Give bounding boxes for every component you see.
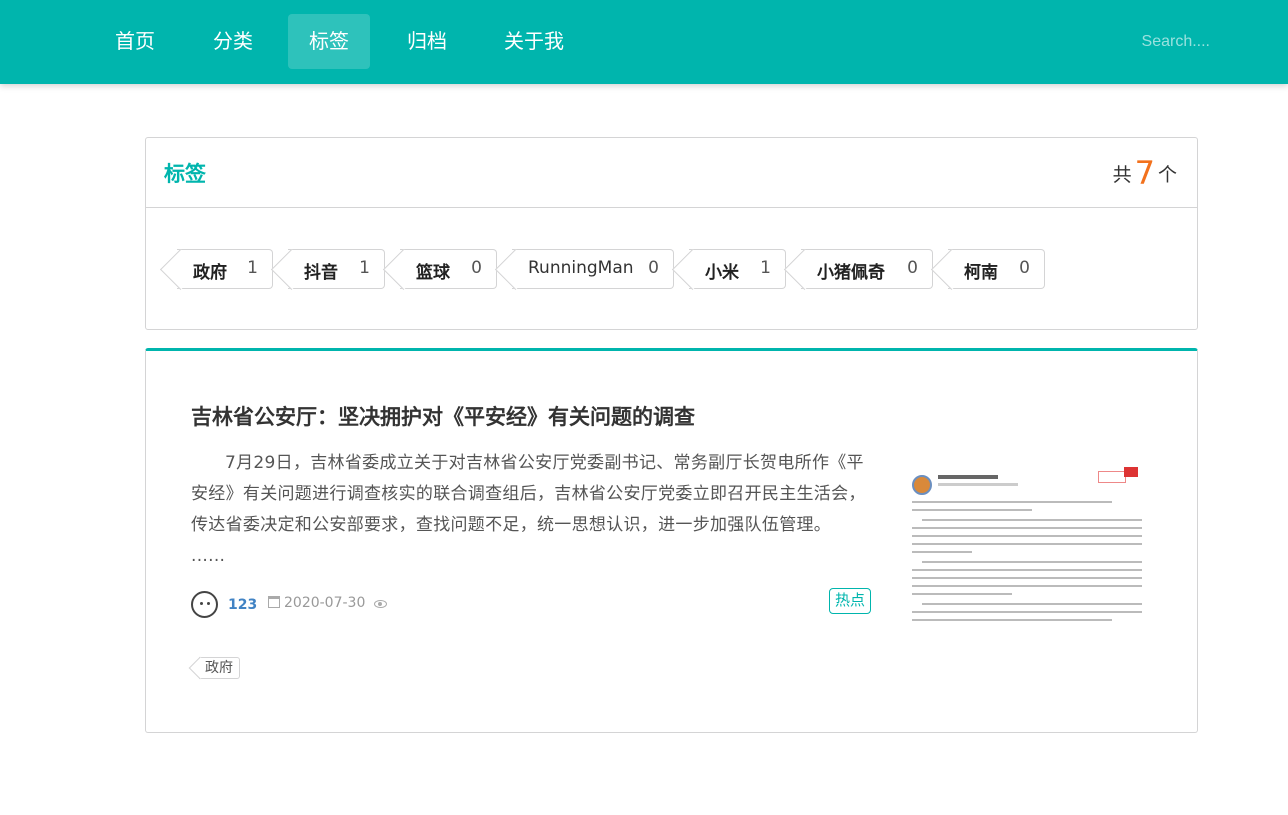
nav-item-about[interactable]: 关于我 <box>484 14 584 69</box>
tag-count-number: 7 <box>1134 154 1155 192</box>
tags-panel-title: 标签 <box>164 162 206 186</box>
tag-chip-name: 小米 <box>705 263 739 283</box>
post-date-text: 2020-07-30 <box>284 595 366 611</box>
nav-item-categories[interactable]: 分类 <box>192 14 274 69</box>
article-thumbnail[interactable] <box>908 461 1148 626</box>
thumbnail-flag <box>1124 467 1138 477</box>
article-card: 吉林省公安厅：坚决拥护对《平安经》有关问题的调查 7月29日，吉林省委成立关于对… <box>145 348 1198 733</box>
nav-item-home[interactable]: 首页 <box>96 14 174 69</box>
tags-panel-header: 标签 共7 个 <box>146 138 1197 208</box>
tag-chip-douyin[interactable]: 抖音 1 <box>288 249 385 289</box>
thumbnail-line <box>912 535 1142 537</box>
thumbnail-line <box>912 585 1142 587</box>
tag-chip-count: 0 <box>1019 258 1030 278</box>
tag-chip-name: 小猪佩奇 <box>817 263 885 283</box>
thumbnail-line <box>912 619 1112 621</box>
category-label[interactable]: 热点 <box>829 588 872 614</box>
thumbnail-line <box>912 593 1012 595</box>
search-input[interactable] <box>1040 26 1210 58</box>
avatar <box>191 591 218 618</box>
tag-chip-count: 0 <box>907 258 918 278</box>
eye-icon <box>374 600 387 608</box>
nav-item-archive[interactable]: 归档 <box>386 14 468 69</box>
post-tag-label: 政府 <box>205 660 233 676</box>
tag-chip-name: 篮球 <box>416 263 450 283</box>
tag-chip-xiaomi[interactable]: 小米 1 <box>689 249 786 289</box>
thumbnail-line <box>912 527 1142 529</box>
thumbnail-line <box>922 519 1142 521</box>
nav-item-tags[interactable]: 标签 <box>288 14 370 69</box>
thumbnail-follow <box>1098 471 1126 483</box>
tag-chip-zhengfu[interactable]: 政府 1 <box>177 249 273 289</box>
tag-chip-runningman[interactable]: RunningMan 0 <box>512 249 674 289</box>
tag-chip-count: 1 <box>760 258 771 278</box>
tag-chip-basketball[interactable]: 篮球 0 <box>400 249 497 289</box>
calendar-icon <box>268 596 280 608</box>
tag-count-prefix: 共 <box>1112 164 1132 186</box>
tag-chip-count: 1 <box>247 258 258 278</box>
post-date: 2020-07-30 <box>268 595 365 611</box>
article-excerpt: 7月29日，吉林省委成立关于对吉林省公安厅党委副书记、常务副厅长贺电所作《平安经… <box>191 453 866 566</box>
author-link[interactable]: 123 <box>228 597 257 613</box>
thumbnail-line <box>912 611 1142 613</box>
tag-chip-peppa[interactable]: 小猪佩奇 0 <box>801 249 933 289</box>
tag-chip-name: RunningMan <box>528 258 634 278</box>
tag-chip-name: 政府 <box>193 263 227 283</box>
tag-chip-name: 柯南 <box>964 263 998 283</box>
article-title[interactable]: 吉林省公安厅：坚决拥护对《平安经》有关问题的调查 <box>191 401 695 431</box>
tag-chip-count: 1 <box>359 258 370 278</box>
tag-chip-count: 0 <box>648 258 659 278</box>
tag-chip-count: 0 <box>471 258 482 278</box>
thumbnail-avatar <box>912 475 932 495</box>
thumbnail-line <box>912 577 1142 579</box>
thumbnail-line <box>938 483 1018 486</box>
tag-count-suffix: 个 <box>1157 164 1177 186</box>
thumbnail-line <box>912 501 1112 503</box>
thumbnail-line <box>912 543 1142 545</box>
thumbnail-line <box>922 561 1142 563</box>
tag-chip-name: 抖音 <box>304 263 338 283</box>
thumbnail-line <box>938 475 998 479</box>
tags-panel: 标签 共7 个 政府 1 抖音 1 篮球 0 RunningMan 0 小米 1 … <box>145 137 1198 330</box>
tag-chip-conan[interactable]: 柯南 0 <box>948 249 1045 289</box>
tag-total-count: 共7 个 <box>1113 154 1177 192</box>
thumbnail-line <box>912 569 1142 571</box>
top-navbar: 首页 分类 标签 归档 关于我 <box>0 0 1288 84</box>
thumbnail-line <box>912 551 972 553</box>
post-tag[interactable]: 政府 <box>199 657 240 679</box>
thumbnail-line <box>922 603 1142 605</box>
thumbnail-line <box>912 509 1032 511</box>
